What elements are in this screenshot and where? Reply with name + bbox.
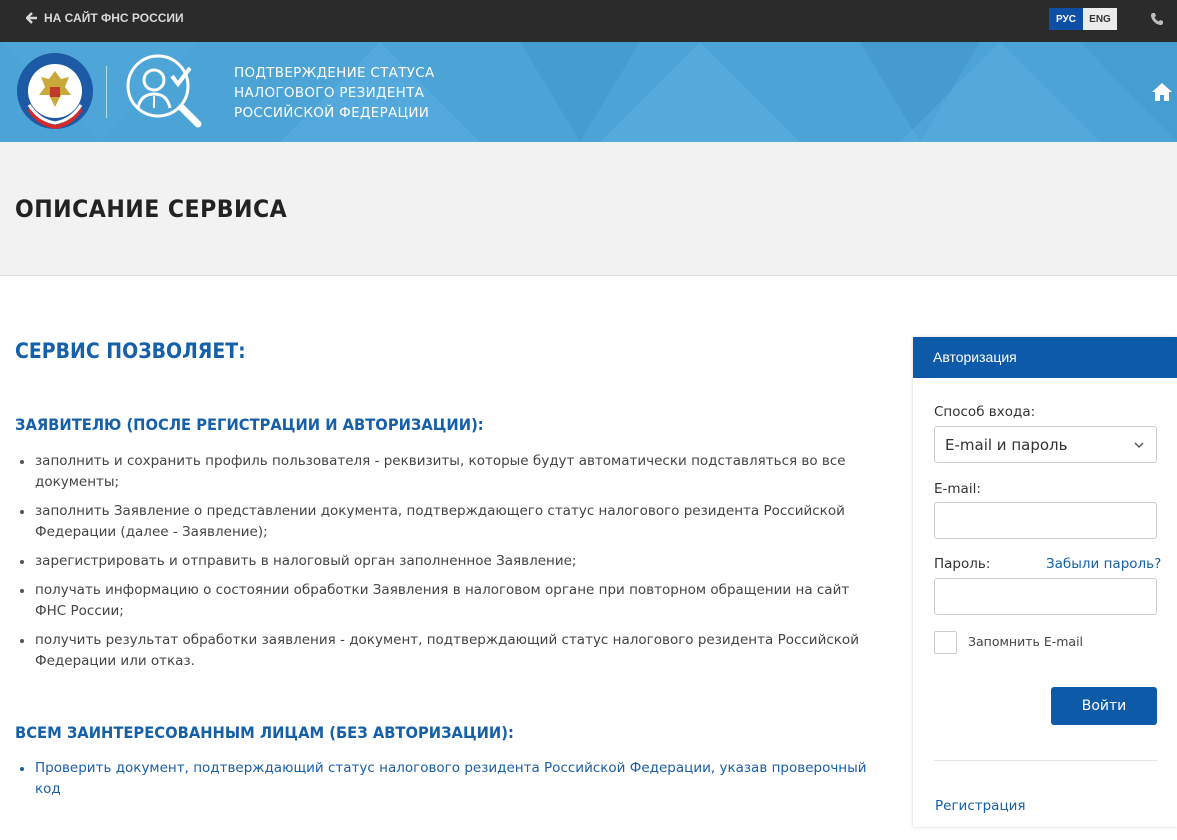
back-link-label: НА САЙТ ФНС РОССИИ: [44, 11, 184, 25]
password-label: Пароль:: [934, 556, 991, 572]
section-applicant-heading: ЗАЯВИТЕЛЮ (ПОСЛЕ РЕГИСТРАЦИИ И АВТОРИЗАЦ…: [15, 415, 484, 434]
auth-title: Авторизация: [913, 337, 1177, 378]
arrow-left-icon: [26, 12, 37, 24]
auth-panel: Авторизация Способ входа: E-mail и парол…: [913, 337, 1177, 827]
remember-email-checkbox[interactable]: [934, 631, 957, 654]
page-title: ОПИСАНИЕ СЕРВИСА: [15, 195, 288, 223]
login-method-label: Способ входа:: [934, 404, 1036, 420]
email-field[interactable]: [934, 502, 1157, 539]
banner-title-line-1: ПОДТВЕРЖДЕНИЕ СТАТУСА: [234, 65, 435, 81]
list-item: заполнить Заявление о представлении доку…: [18, 501, 878, 543]
list-item: получать информацию о состоянии обработк…: [18, 580, 878, 622]
service-person-icon: [126, 54, 202, 128]
section-public-heading: ВСЕМ ЗАИНТЕРЕСОВАННЫМ ЛИЦАМ (БЕЗ АВТОРИЗ…: [15, 723, 514, 742]
banner-title-line-3: РОССИЙСКОЙ ФЕДЕРАЦИИ: [234, 105, 430, 121]
list-item: заполнить и сохранить профиль пользовате…: [18, 451, 878, 493]
login-method-select[interactable]: E-mail и пароль: [934, 426, 1157, 463]
language-switch: РУС ENG: [1049, 8, 1117, 30]
header-banner: ПОДТВЕРЖДЕНИЕ СТАТУСА НАЛОГОВОГО РЕЗИДЕН…: [0, 42, 1177, 142]
logo-divider: [106, 66, 107, 118]
main-heading: СЕРВИС ПОЗВОЛЯЕТ:: [15, 339, 246, 363]
auth-divider: [934, 760, 1157, 761]
chevron-down-icon: [1134, 442, 1144, 448]
login-method-value: E-mail и пароль: [945, 435, 1068, 454]
back-to-fns-link[interactable]: НА САЙТ ФНС РОССИИ: [26, 11, 184, 25]
applicant-features-list: заполнить и сохранить профиль пользовате…: [18, 451, 878, 680]
forgot-password-link[interactable]: Забыли пароль?: [1046, 556, 1161, 572]
home-icon[interactable]: [1151, 82, 1173, 102]
banner-title-line-2: НАЛОГОВОГО РЕЗИДЕНТА: [234, 85, 425, 101]
password-field[interactable]: [934, 578, 1157, 615]
lang-en-button[interactable]: ENG: [1083, 8, 1117, 30]
email-label: E-mail:: [934, 481, 981, 497]
check-document-link[interactable]: Проверить документ, подтверждающий стату…: [18, 758, 878, 800]
list-item: зарегистрировать и отправить в налоговый…: [18, 551, 878, 572]
list-item: получить результат обработки заявления -…: [18, 630, 878, 672]
fns-emblem-icon: [17, 53, 93, 130]
login-button[interactable]: Войти: [1051, 687, 1157, 725]
remember-email-label: Запомнить E-mail: [968, 634, 1084, 649]
lang-ru-button[interactable]: РУС: [1049, 8, 1083, 30]
page-heading-band: ОПИСАНИЕ СЕРВИСА: [0, 142, 1177, 276]
banner-title: ПОДТВЕРЖДЕНИЕ СТАТУСА НАЛОГОВОГО РЕЗИДЕН…: [234, 63, 435, 123]
top-bar: НА САЙТ ФНС РОССИИ РУС ENG: [0, 0, 1177, 42]
public-features-list: Проверить документ, подтверждающий стату…: [18, 758, 878, 808]
register-link[interactable]: Регистрация: [935, 798, 1026, 814]
phone-icon[interactable]: [1150, 12, 1164, 26]
